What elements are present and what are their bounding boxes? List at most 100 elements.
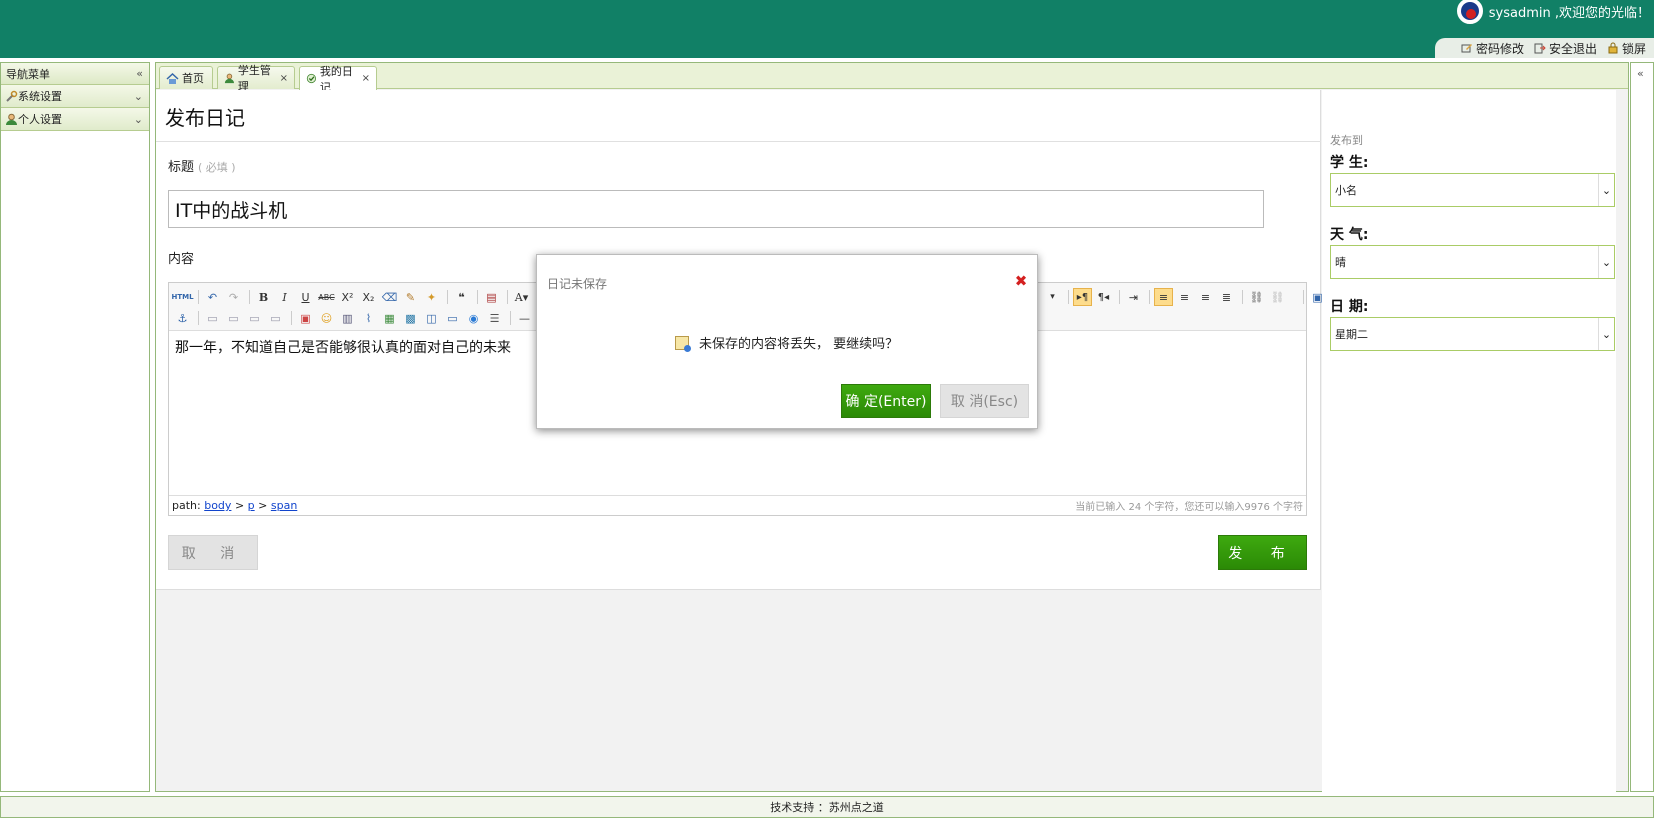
confirm-button[interactable]: 确 定(Enter): [841, 384, 931, 418]
lock-icon: [1608, 42, 1618, 54]
element-path-bar: path: body > p > span 当前已输入 24 个字符，您还可以输…: [169, 495, 1306, 515]
expand-icon: ⌄: [133, 112, 143, 126]
header-links: 密码修改 安全退出 锁屏: [1434, 38, 1654, 58]
dialog-message: 未保存的内容将丢失， 要继续吗？: [675, 333, 898, 352]
char-counter: 当前已输入 24 个字符，您还可以输入9976 个字符: [1075, 502, 1303, 513]
gmap-icon[interactable]: ▩: [401, 309, 420, 327]
chevron-down-icon: ⌄: [1598, 174, 1614, 206]
horizontal-rule-icon[interactable]: —: [515, 309, 534, 327]
wrench-icon: [6, 90, 18, 102]
image-right-icon[interactable]: ▭: [245, 309, 264, 327]
toolbar-row-1-right: ▾ ▸¶ ¶◂ ⇥ ≡ ≡ ≡ ≣ ⛓ ⛓ ▣: [1043, 287, 1329, 307]
nav-title: 导航菜单: [6, 67, 50, 81]
user-icon: [224, 73, 235, 83]
diary-icon: [306, 73, 317, 84]
subscript-icon[interactable]: X₂: [359, 288, 378, 306]
html-source-icon[interactable]: HTML: [171, 288, 193, 306]
tab-my-diary[interactable]: 我的日记 ×: [299, 65, 377, 94]
unsaved-dialog: 日记未保存 ✖ 未保存的内容将丢失， 要继续吗？ 确 定(Enter) 取 消(…: [536, 254, 1038, 429]
page-break-icon[interactable]: ▭: [443, 309, 462, 327]
font-color-icon[interactable]: A▾: [512, 288, 531, 306]
align-center-icon[interactable]: ≡: [1175, 288, 1194, 306]
expand-icon: ⌄: [133, 89, 143, 103]
edit-icon: [1461, 44, 1472, 53]
link-icon[interactable]: ⛓: [1247, 288, 1266, 306]
superscript-icon[interactable]: X²: [338, 288, 357, 306]
warning-note-icon: [675, 335, 691, 352]
unlink-icon[interactable]: ⛓: [1268, 288, 1287, 306]
italic-icon[interactable]: I: [275, 288, 294, 306]
ltr-icon[interactable]: ▸¶: [1073, 288, 1092, 306]
title-input[interactable]: [168, 190, 1264, 228]
path-p-link[interactable]: p: [248, 499, 255, 512]
close-tab-icon[interactable]: ×: [280, 73, 288, 84]
path-span-link[interactable]: span: [271, 499, 297, 512]
redo-icon[interactable]: ↷: [224, 288, 243, 306]
expand-right-panel-icon[interactable]: «: [1637, 67, 1644, 80]
close-tab-icon[interactable]: ×: [362, 73, 370, 84]
student-select[interactable]: 小名 ⌄: [1330, 173, 1615, 207]
content-label: 内容: [168, 252, 195, 267]
lock-screen-link[interactable]: 锁屏: [1607, 40, 1646, 57]
home-icon: [166, 72, 179, 84]
undo-icon[interactable]: ↶: [203, 288, 222, 306]
indent-icon[interactable]: ⇥: [1124, 288, 1143, 306]
bold-icon[interactable]: B: [254, 288, 273, 306]
rtl-icon[interactable]: ¶◂: [1094, 288, 1113, 306]
dialog-cancel-button[interactable]: 取 消(Esc): [940, 384, 1029, 418]
image-left-icon[interactable]: ▭: [224, 309, 243, 327]
dropdown-caret-icon[interactable]: ▾: [1043, 288, 1062, 306]
user-area: sysadmin ,欢迎您的光临！: [1456, 0, 1650, 24]
anchor-icon[interactable]: ⚓: [173, 309, 192, 327]
toolbar-row-1: HTML ↶ ↷ B I U ABC X² X₂ ⌫ ✎ ✦ ❝ ▤ A▾: [171, 287, 533, 307]
emotion-icon[interactable]: ☺: [317, 309, 336, 327]
publish-options-panel: 发布到 学 生: 小名 ⌄ 天 气: 晴 ⌄ 日 期: 星期二 ⌄: [1322, 90, 1616, 792]
logout-link[interactable]: 安全退出: [1534, 40, 1597, 57]
publish-button[interactable]: 发 布: [1218, 535, 1307, 570]
student-label: 学 生:: [1330, 155, 1369, 171]
blockquote-icon[interactable]: ❝: [452, 288, 471, 306]
web-icon[interactable]: ◉: [464, 309, 483, 327]
template-icon[interactable]: ☰: [485, 309, 504, 327]
align-right-icon[interactable]: ≡: [1196, 288, 1215, 306]
change-password-link[interactable]: 密码修改: [1461, 40, 1524, 57]
top-header: sysadmin ,欢迎您的光临！ 密码修改 安全退出 锁屏: [0, 0, 1654, 58]
format-brush-icon[interactable]: ✎: [401, 288, 420, 306]
strikethrough-icon[interactable]: ABC: [317, 288, 336, 306]
frame-icon[interactable]: ◫: [422, 309, 441, 327]
element-path: path: body > p > span: [172, 499, 298, 512]
collapse-left-icon[interactable]: «: [136, 67, 143, 80]
tab-home[interactable]: 首页: [159, 66, 213, 89]
image-none-icon[interactable]: ▭: [203, 309, 222, 327]
video-icon[interactable]: ▥: [338, 309, 357, 327]
toolbar-row-2: ⚓ ▭ ▭ ▭ ▭ ▣ ☺ ▥ ⌇ ▦ ▩ ◫ ▭ ◉ ☰ —: [173, 308, 536, 328]
required-hint: ( 必填 ): [198, 161, 236, 174]
weather-select[interactable]: 晴 ⌄: [1330, 245, 1615, 279]
insert-image-icon[interactable]: ▣: [296, 309, 315, 327]
right-collapsed-panel: «: [1630, 62, 1654, 792]
nav-item-personal-settings[interactable]: 个人设置 ⌄: [1, 108, 149, 131]
align-justify-icon[interactable]: ≣: [1217, 288, 1236, 306]
footer-text: 技术支持 ：苏州点之道: [770, 801, 884, 814]
close-icon[interactable]: ✖: [1013, 273, 1029, 289]
publish-to-label: 发布到: [1330, 134, 1363, 147]
attachment-icon[interactable]: ⌇: [359, 309, 378, 327]
path-body-link[interactable]: body: [204, 499, 231, 512]
underline-icon[interactable]: U: [296, 288, 315, 306]
logout-icon: [1534, 43, 1546, 54]
divider: [156, 141, 1321, 142]
date-select[interactable]: 星期二 ⌄: [1330, 317, 1615, 351]
chevron-down-icon: ⌄: [1598, 246, 1614, 278]
map-icon[interactable]: ▦: [380, 309, 399, 327]
cancel-button[interactable]: 取 消: [168, 535, 258, 570]
auto-format-icon[interactable]: ✦: [422, 288, 441, 306]
eraser-icon[interactable]: ⌫: [380, 288, 399, 306]
date-label: 日 期:: [1330, 299, 1369, 315]
paste-icon[interactable]: ▤: [482, 288, 501, 306]
tab-student-management[interactable]: 学生管理 ×: [217, 64, 295, 93]
user-icon: [6, 113, 17, 125]
nav-item-system-settings[interactable]: 系统设置 ⌄: [1, 85, 149, 108]
footer: 技术支持 ：苏州点之道: [0, 796, 1654, 818]
align-left-icon[interactable]: ≡: [1154, 288, 1173, 306]
image-center-icon[interactable]: ▭: [266, 309, 285, 327]
